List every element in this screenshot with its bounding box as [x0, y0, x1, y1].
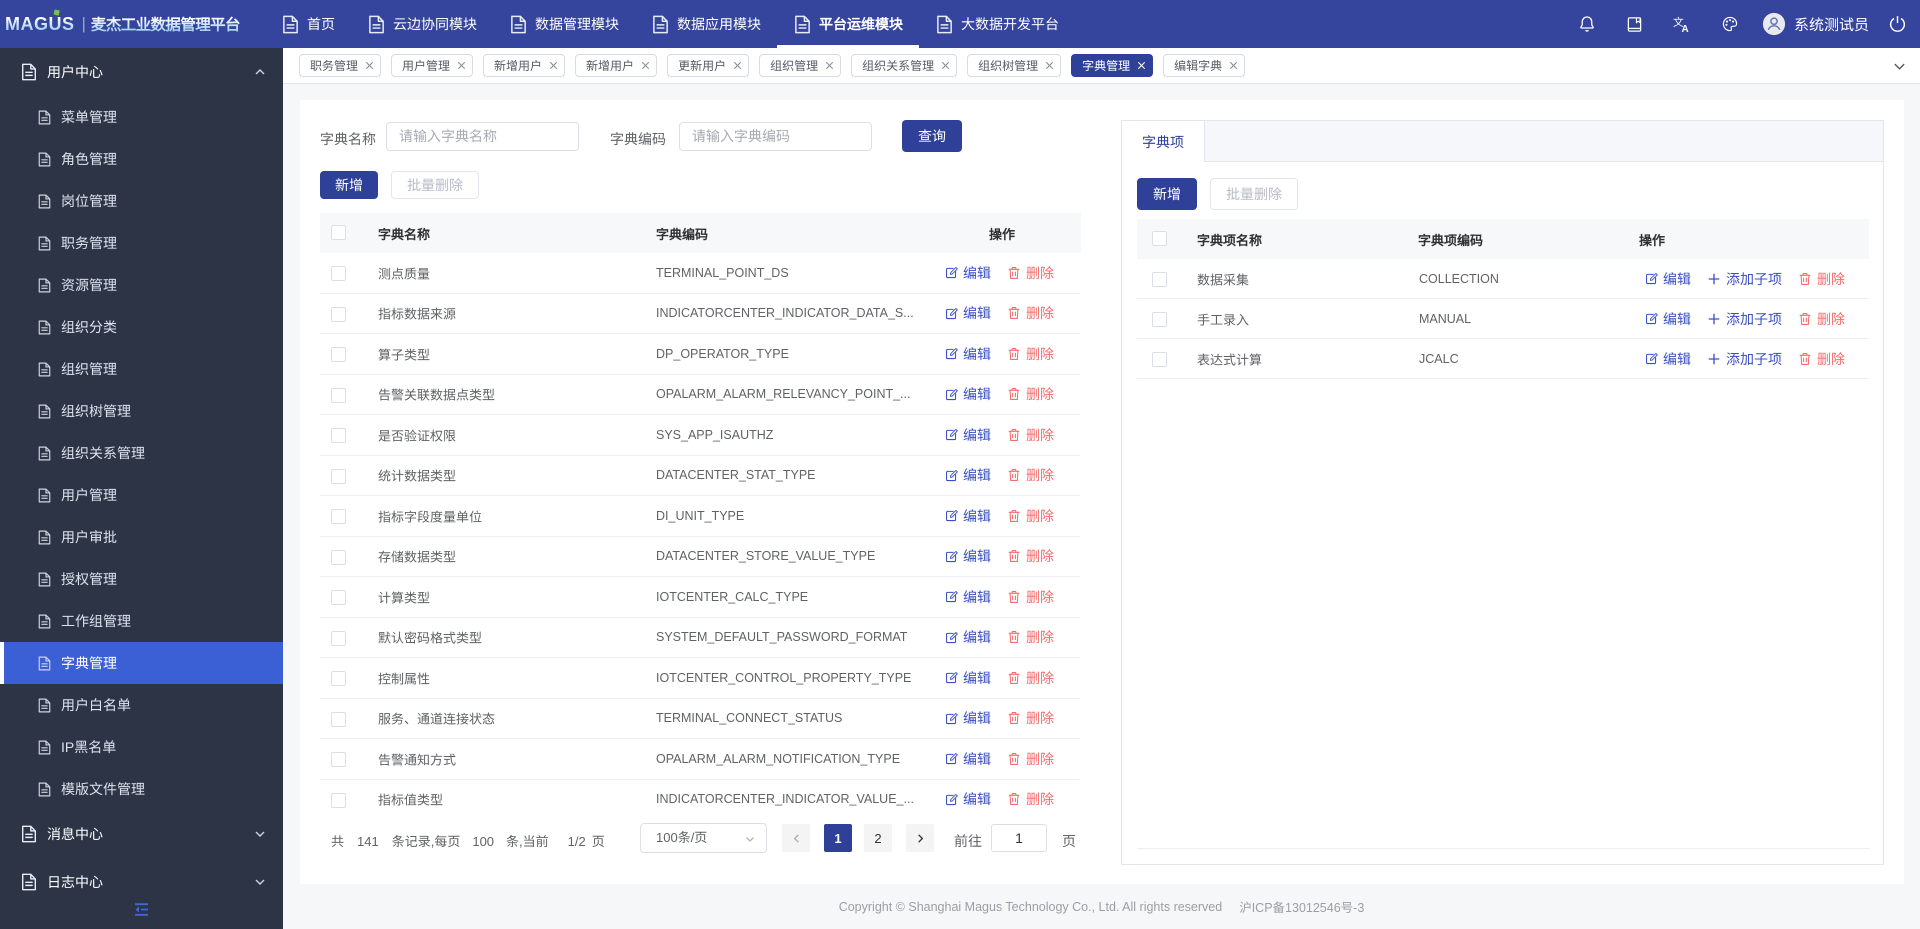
svg-text:A: A — [1682, 24, 1689, 33]
